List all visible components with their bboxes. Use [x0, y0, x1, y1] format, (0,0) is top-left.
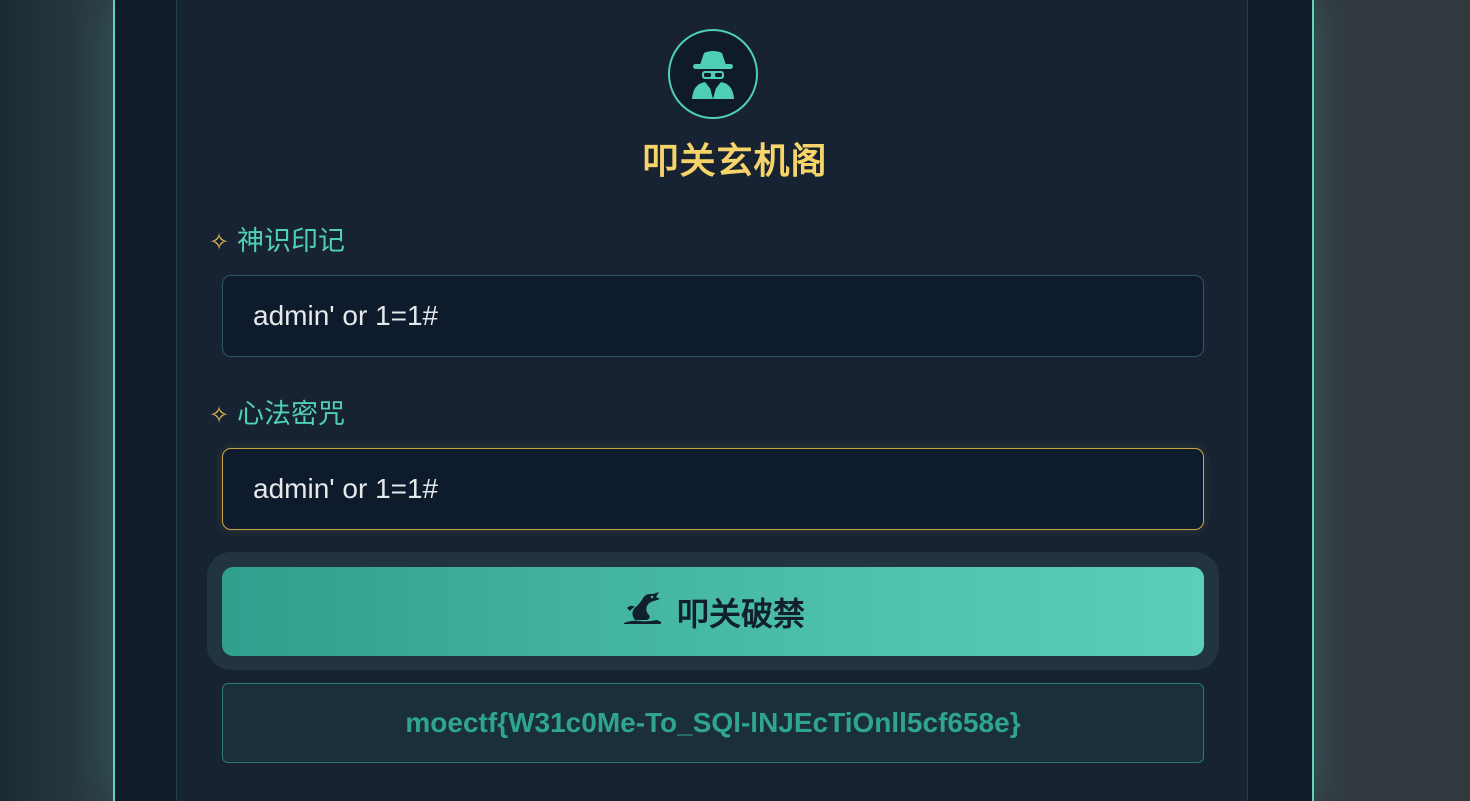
username-label-text: 神识印记 — [237, 226, 345, 257]
result-message: moectf{W31c0Me-To_SQl-lNJEcTiOnll5cf658e… — [222, 683, 1204, 763]
username-input-value: admin' or 1=1# — [253, 300, 439, 331]
password-label-text: 心法密咒 — [237, 399, 345, 430]
password-input[interactable]: admin' or 1=1# — [222, 448, 1204, 530]
username-input[interactable]: admin' or 1=1# — [222, 275, 1204, 357]
result-message-text: moectf{W31c0Me-To_SQl-lNJEcTiOnll5cf658e… — [405, 707, 1021, 738]
password-label: ✧ 心法密咒 — [207, 397, 345, 433]
username-label: ✧ 神识印记 — [207, 224, 345, 260]
page-title: 叩关玄机阁 — [642, 141, 828, 182]
spy-icon — [668, 29, 758, 119]
dragon-icon — [621, 590, 663, 634]
submit-button-label: 叩关破禁 — [676, 594, 805, 633]
sparkle-icon: ✧ — [208, 228, 230, 256]
password-input-value: admin' or 1=1# — [253, 473, 439, 504]
submit-button[interactable]: 叩关破禁 — [222, 567, 1204, 656]
sparkle-icon: ✧ — [208, 401, 230, 429]
